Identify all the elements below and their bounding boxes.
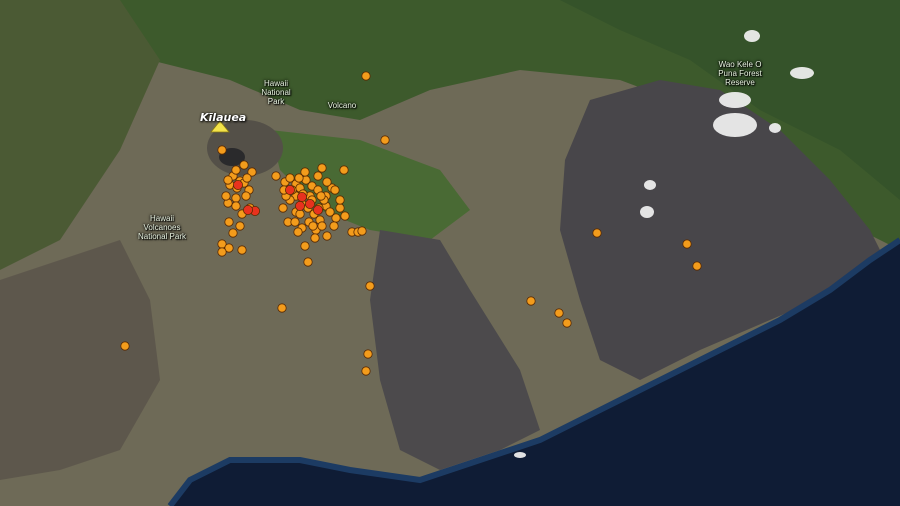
earthquake-marker[interactable] [295,209,305,219]
earthquake-marker[interactable] [361,71,371,81]
earthquake-marker[interactable] [317,163,327,173]
earthquake-marker[interactable] [361,366,371,376]
earthquake-marker[interactable] [363,349,373,359]
earthquake-marker[interactable] [335,203,345,213]
satellite-map[interactable]: Hawaii National Park Volcano Wao Kele O … [0,0,900,506]
earthquake-marker-recent[interactable] [304,198,315,209]
earthquake-marker[interactable] [293,227,303,237]
earthquake-marker[interactable] [322,177,332,187]
earthquake-marker[interactable] [271,171,281,181]
earthquake-marker[interactable] [278,203,288,213]
earthquake-marker[interactable] [308,221,318,231]
earthquake-marker-recent[interactable] [242,204,253,215]
earthquake-marker-recent[interactable] [312,204,323,215]
earthquake-marker[interactable] [231,201,241,211]
earthquake-marker[interactable] [300,241,310,251]
earthquake-marker[interactable] [242,173,252,183]
earthquake-marker[interactable] [217,247,227,257]
earthquake-marker[interactable] [554,308,564,318]
earthquake-marker[interactable] [231,193,241,203]
earthquake-marker[interactable] [217,145,227,155]
earthquake-marker[interactable] [277,303,287,313]
earthquake-marker[interactable] [231,165,241,175]
earthquake-marker[interactable] [237,245,247,255]
earthquake-marker[interactable] [294,173,304,183]
earthquake-marker[interactable] [357,226,367,236]
earthquake-marker[interactable] [330,185,340,195]
earthquake-marker[interactable] [322,231,332,241]
earthquake-marker[interactable] [316,191,326,201]
earthquake-marker-recent[interactable] [284,184,295,195]
earthquake-layer [120,71,702,376]
earthquake-marker[interactable] [120,341,130,351]
earthquake-marker-recent[interactable] [294,200,305,211]
earthquake-marker[interactable] [331,213,341,223]
earthquake-marker[interactable] [340,211,350,221]
earthquake-marker[interactable] [526,296,536,306]
earthquake-marker[interactable] [335,195,345,205]
earthquake-marker[interactable] [241,191,251,201]
earthquake-marker[interactable] [380,135,390,145]
earthquake-marker[interactable] [592,228,602,238]
earthquake-marker[interactable] [365,281,375,291]
earthquake-marker[interactable] [562,318,572,328]
earthquake-marker[interactable] [221,191,231,201]
earthquake-marker[interactable] [313,171,323,181]
earthquake-marker[interactable] [228,228,238,238]
earthquake-marker[interactable] [235,221,245,231]
earthquake-marker[interactable] [224,217,234,227]
earthquake-marker[interactable] [303,257,313,267]
earthquake-marker[interactable] [310,233,320,243]
earthquake-marker[interactable] [339,165,349,175]
earthquake-marker[interactable] [290,217,300,227]
earthquake-marker-recent[interactable] [232,179,243,190]
earthquake-marker[interactable] [329,221,339,231]
earthquake-marker[interactable] [239,160,249,170]
earthquake-marker[interactable] [692,261,702,271]
earthquake-marker[interactable] [223,175,233,185]
earthquake-marker-recent[interactable] [296,191,307,202]
earthquake-marker[interactable] [317,221,327,231]
earthquake-marker[interactable] [682,239,692,249]
